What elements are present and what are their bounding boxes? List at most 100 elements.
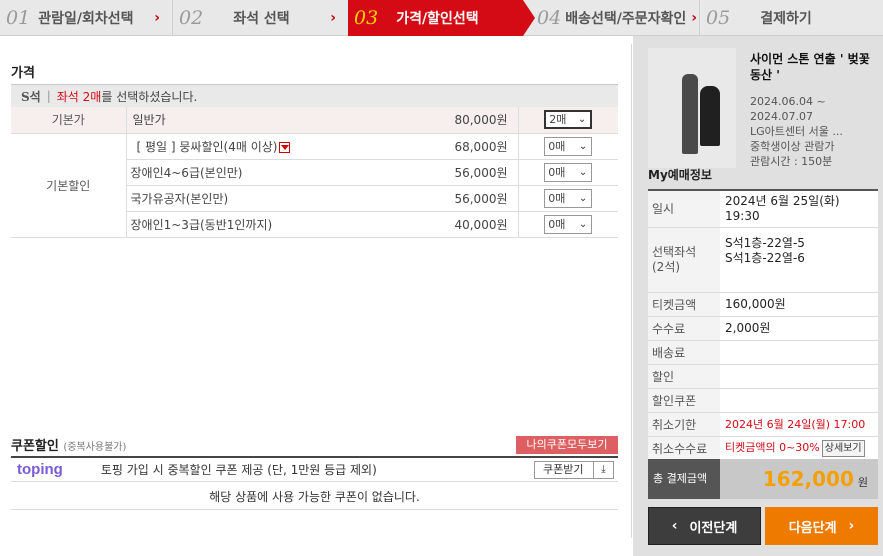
- info-key: 수수료: [648, 316, 720, 341]
- coupon-description: 토핑 가입 시 중복할인 쿠폰 제공 (단, 1만원 등급 제외): [100, 463, 377, 477]
- qty-select[interactable]: 0매 ⌄: [544, 188, 593, 208]
- step-4-number: 04: [537, 7, 562, 29]
- ticket-amount: 160,000원: [720, 292, 878, 317]
- price-name-text: [ 평일 ] 뭉싸할인(4매 이상): [136, 139, 278, 154]
- total-value: 162,000 원: [720, 459, 878, 499]
- discount-amount: [720, 364, 878, 389]
- show-dates: 2024.06.04 ~ 2024.07.07: [750, 95, 826, 123]
- detail-button[interactable]: 상세보기: [821, 439, 865, 457]
- qty-value: 0매: [548, 165, 566, 179]
- qty-select[interactable]: 0매 ⌄: [544, 136, 593, 156]
- qty-value: 0매: [548, 217, 566, 231]
- chevron-down-icon: ⌄: [578, 166, 588, 178]
- qty-select[interactable]: 2매 ⌄: [544, 110, 593, 130]
- my-booking-title: My예매정보: [648, 168, 712, 182]
- price-name: 국가유공자(본인만): [126, 185, 410, 212]
- chevron-down-icon: ⌄: [578, 192, 588, 204]
- price-amount: 68,000원: [410, 133, 519, 160]
- price-amount: 56,000원: [410, 185, 519, 212]
- step-4-label: 배송선택/주문자확인: [565, 11, 687, 27]
- coupon-amount: [720, 388, 878, 413]
- price-name-text: 일반가: [132, 113, 166, 128]
- price-amount: 56,000원: [410, 159, 519, 186]
- chevron-down-icon: ⌄: [578, 140, 588, 152]
- grade-separator: |: [46, 89, 51, 103]
- table-row: 일시 2024년 6월 25일(화) 19:30: [648, 190, 878, 228]
- price-name: 장애인4~6급(본인만): [126, 159, 410, 186]
- step-5[interactable]: 05 결제하기: [700, 0, 883, 36]
- no-coupon-message: 해당 상품에 사용 가능한 쿠폰이 없습니다.: [11, 484, 618, 510]
- cancel-deadline: 2024년 6월 24일(월) 17:00: [720, 412, 878, 437]
- price-name: 장애인1~3급(동반1인까지): [126, 211, 410, 238]
- get-coupon-button[interactable]: 쿠폰받기 ⤓: [534, 461, 614, 479]
- price-section-title: 가격: [11, 66, 35, 81]
- my-coupons-button[interactable]: 나의쿠폰모두보기: [516, 436, 618, 454]
- info-key: 취소수수료: [648, 436, 720, 461]
- price-amount: 40,000원: [410, 211, 519, 238]
- chevron-right-icon: ›: [330, 10, 336, 26]
- step-1[interactable]: 01 관람일/회차선택 ›: [0, 0, 173, 36]
- show-title: 사이먼 스톤 연출 ' 벚꽃 동산 ': [750, 52, 870, 82]
- booking-time: 19:30: [725, 208, 760, 223]
- step-3-label: 가격/할인선택: [396, 11, 479, 27]
- info-value: S석1층-22열-5 S석1층-22열-6: [720, 227, 878, 293]
- info-key: 배송료: [648, 340, 720, 365]
- show-age: 중학생이상 관람가: [750, 140, 835, 153]
- step-5-label: 결제하기: [760, 11, 812, 27]
- coupon-title-text: 쿠폰할인: [11, 439, 59, 454]
- chevron-right-icon: ›: [848, 518, 855, 534]
- qty-value: 2매: [549, 113, 567, 127]
- chevron-right-icon: ›: [154, 10, 160, 26]
- info-key: 일시: [648, 190, 720, 228]
- delivery-amount: [720, 340, 878, 365]
- dropdown-toggle-icon[interactable]: [279, 141, 291, 153]
- total-payment: 총 결제금액 162,000 원: [648, 459, 878, 499]
- step-2-label: 좌석 선택: [233, 11, 290, 27]
- grade-message: 를 선택하셨습니다.: [101, 89, 198, 104]
- download-icon: ⤓: [593, 462, 613, 478]
- info-key: 선택좌석 (2석): [648, 227, 720, 293]
- step-3-number: 03: [354, 7, 379, 29]
- seat-2: S석1층-22열-6: [725, 250, 805, 265]
- step-3-current[interactable]: 03 가격/할인선택: [348, 0, 535, 36]
- table-row: 취소기한 2024년 6월 24일(월) 17:00: [648, 412, 878, 437]
- prev-step-label: 이전단계: [689, 520, 738, 536]
- booking-summary-panel: 사이먼 스톤 연출 ' 벚꽃 동산 ' 2024.06.04 ~ 2024.07…: [633, 36, 883, 556]
- table-row: 기본할인 [ 평일 ] 뭉싸할인(4매 이상) 68,000원 0매 ⌄: [11, 133, 618, 238]
- table-row: 할인쿠폰: [648, 388, 878, 413]
- show-runtime: 관람시간 : 150분: [750, 155, 833, 168]
- price-table: 기본가 일반가 80,000원 2매 ⌄ 기본할인 [ 평일 ] 뭉싸할인(4매 …: [11, 107, 618, 238]
- table-row: 취소수수료 티켓금액의 0~30% 상세보기: [648, 436, 878, 461]
- step-1-number: 01: [6, 7, 31, 29]
- table-row: 배송료: [648, 340, 878, 365]
- get-coupon-label: 쿠폰받기: [543, 463, 584, 476]
- grade-summary: S석 | 좌석 2매 를 선택하셨습니다.: [11, 84, 618, 107]
- price-name: 일반가: [126, 107, 410, 134]
- step-5-number: 05: [706, 7, 731, 29]
- coupon-row: toping 토핑 가입 시 중복할인 쿠폰 제공 (단, 1만원 등급 제외)…: [11, 456, 618, 482]
- total-label: 총 결제금액: [648, 459, 720, 499]
- next-step-button[interactable]: 다음단계 ›: [765, 507, 878, 545]
- show-info: 2024.06.04 ~ 2024.07.07 LG아트센터 서울 ... 중학…: [750, 94, 878, 169]
- table-row: 티켓금액 160,000원: [648, 292, 878, 317]
- table-row: 할인: [648, 364, 878, 389]
- table-row: 기본가 일반가 80,000원 2매 ⌄: [11, 107, 618, 134]
- info-key: 취소기한: [648, 412, 720, 437]
- seat-1: S석1층-22열-5: [725, 235, 805, 250]
- qty-value: 0매: [548, 139, 566, 153]
- fee-amount: 2,000원: [720, 316, 878, 341]
- prev-step-button[interactable]: ‹ 이전단계: [648, 507, 761, 545]
- step-bar: 01 관람일/회차선택 › 02 좌석 선택 › 03 가격/할인선택 04 배…: [0, 0, 883, 36]
- price-panel: 가격 S석 | 좌석 2매 를 선택하셨습니다. 기본가 일반가 80,000원…: [0, 44, 632, 538]
- info-key: 티켓금액: [648, 292, 720, 317]
- qty-select[interactable]: 0매 ⌄: [544, 162, 593, 182]
- step-2[interactable]: 02 좌석 선택 ›: [173, 0, 348, 36]
- qty-select[interactable]: 0매 ⌄: [544, 214, 593, 234]
- step-4[interactable]: 04 배송선택/주문자확인 ›: [523, 0, 700, 36]
- info-key: 할인쿠폰: [648, 388, 720, 413]
- grade-count: 좌석 2매: [56, 89, 102, 104]
- show-venue: LG아트센터 서울 ...: [750, 125, 843, 138]
- show-poster: [648, 48, 736, 168]
- cancel-fee-text: 티켓금액의 0~30%: [725, 440, 820, 454]
- total-unit: 원: [857, 476, 868, 489]
